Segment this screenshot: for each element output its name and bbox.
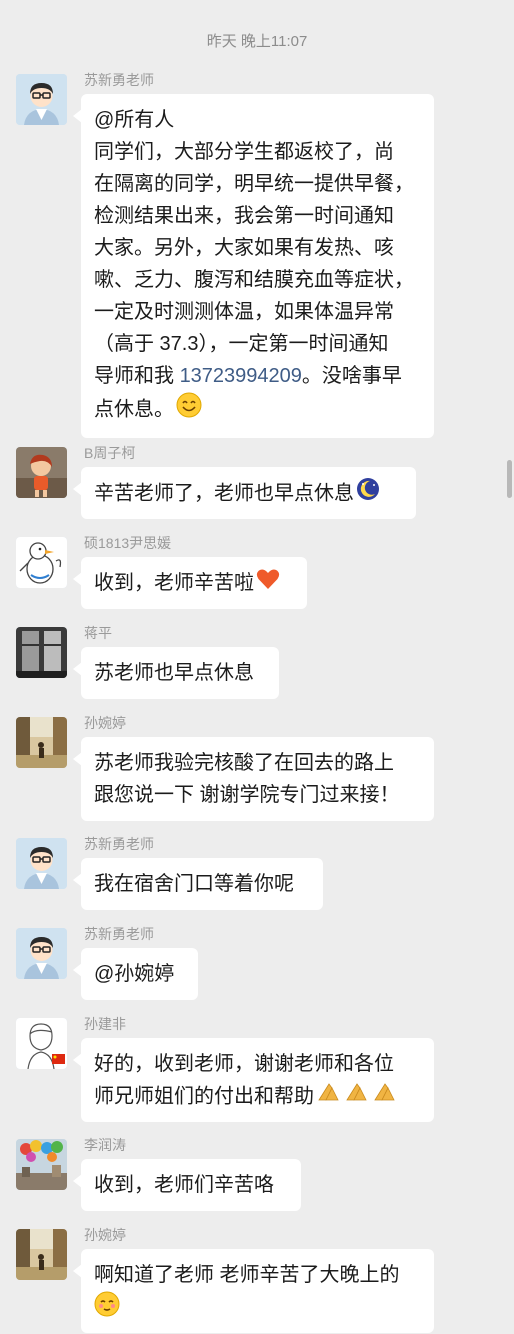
street-photo-avatar[interactable]	[16, 1229, 67, 1280]
message-text: 收到，老师们辛苦咯	[94, 1174, 274, 1196]
message-text: 检测结果出来，我会第一时间通知	[94, 205, 394, 227]
sender-name: 苏新勇老师	[84, 926, 154, 942]
sketch-avatar[interactable]	[16, 1018, 67, 1069]
message-bubble[interactable]: 好的，收到老师，谢谢老师和各位 师兄师姐们的付出和帮助	[73, 1038, 434, 1122]
message-bubble[interactable]: @所有人 同学们，大部分学生都返校了，尚 在隔离的同学，明早统一提供早餐， 检测…	[73, 94, 434, 438]
sender-name: 硕1813尹思媛	[84, 535, 172, 551]
smile-emoji-icon	[176, 392, 202, 428]
message-text: 我在宿舍门口等着你呢	[94, 873, 294, 895]
message-bubble[interactable]: 收到，老师辛苦啦	[73, 557, 307, 609]
window-photo-avatar[interactable]	[16, 627, 67, 678]
blush-emoji-icon	[94, 1291, 120, 1327]
sender-name: 苏新勇老师	[84, 72, 154, 88]
duck-avatar[interactable]	[16, 537, 67, 588]
message-bubble[interactable]: 苏老师我验完核酸了在回去的路上 跟您说一下 谢谢学院专门过来接！	[73, 737, 434, 821]
message-text: 好的，收到老师，谢谢老师和各位	[94, 1053, 394, 1075]
message-text: 同学们，大部分学生都返校了，尚	[94, 141, 394, 163]
cartoon-girl-avatar[interactable]	[16, 447, 67, 498]
message-text: 大家。另外，大家如果有发热、咳	[94, 237, 394, 259]
message-text: 苏老师也早点休息	[94, 662, 254, 684]
teacher-avatar[interactable]	[16, 838, 67, 889]
sender-name: 蒋平	[84, 625, 112, 641]
message-text: 跟您说一下 谢谢学院专门过来接！	[94, 784, 400, 806]
teacher-avatar[interactable]	[16, 74, 67, 125]
message-text: 师兄师姐们的付出和帮助	[94, 1085, 314, 1108]
message-text: 在隔离的同学，明早统一提供早餐，	[94, 173, 414, 195]
message-bubble[interactable]: 收到，老师们辛苦咯	[73, 1159, 301, 1211]
message-text: 啊知道了老师 老师辛苦了大晚上的	[94, 1264, 400, 1286]
message-bubble[interactable]: 啊知道了老师 老师辛苦了大晚上的	[73, 1249, 434, 1333]
message-text: 苏老师我验完核酸了在回去的路上	[94, 752, 394, 774]
message-text: 。没啥事早	[301, 365, 402, 387]
message-text: 嗽、乏力、腹泻和结膜充血等症状，	[94, 269, 414, 291]
message-text: 一定及时测测体温，如果体温异常	[94, 301, 394, 323]
street-photo-avatar[interactable]	[16, 717, 67, 768]
message-text: @所有人	[94, 109, 175, 131]
message-bubble[interactable]: 辛苦老师了，老师也早点休息	[73, 467, 416, 519]
sender-name: 孙婉婷	[84, 715, 126, 731]
sender-name: B周子柯	[84, 445, 136, 461]
message-bubble[interactable]: @孙婉婷	[73, 948, 198, 1000]
message-text: 辛苦老师了，老师也早点休息	[94, 482, 354, 505]
scrollbar[interactable]	[507, 460, 512, 498]
moon-emoji-icon	[356, 477, 380, 511]
message-bubble[interactable]: 苏老师也早点休息	[73, 647, 279, 699]
message-text: @孙婉婷	[94, 963, 175, 985]
teacher-avatar[interactable]	[16, 928, 67, 979]
message-text: 收到，老师辛苦啦	[94, 572, 254, 594]
message-bubble[interactable]: 我在宿舍门口等着你呢	[73, 858, 323, 910]
message-text: 点休息。	[94, 398, 174, 421]
message-text: 导师和我	[94, 365, 180, 387]
chat-timestamp: 昨天 晚上11:07	[206, 33, 308, 50]
heart-emoji-icon	[256, 568, 280, 600]
sender-name: 孙建非	[84, 1016, 126, 1032]
sender-name: 孙婉婷	[84, 1227, 126, 1243]
pray-emoji-icon	[316, 1080, 400, 1114]
sender-name: 李润涛	[84, 1137, 126, 1153]
balloons-avatar[interactable]	[16, 1139, 67, 1190]
phone-number-link[interactable]: 13723994209	[180, 365, 302, 387]
sender-name: 苏新勇老师	[84, 836, 154, 852]
message-text: （高于 37.3），一定第一时间通知	[94, 333, 389, 355]
